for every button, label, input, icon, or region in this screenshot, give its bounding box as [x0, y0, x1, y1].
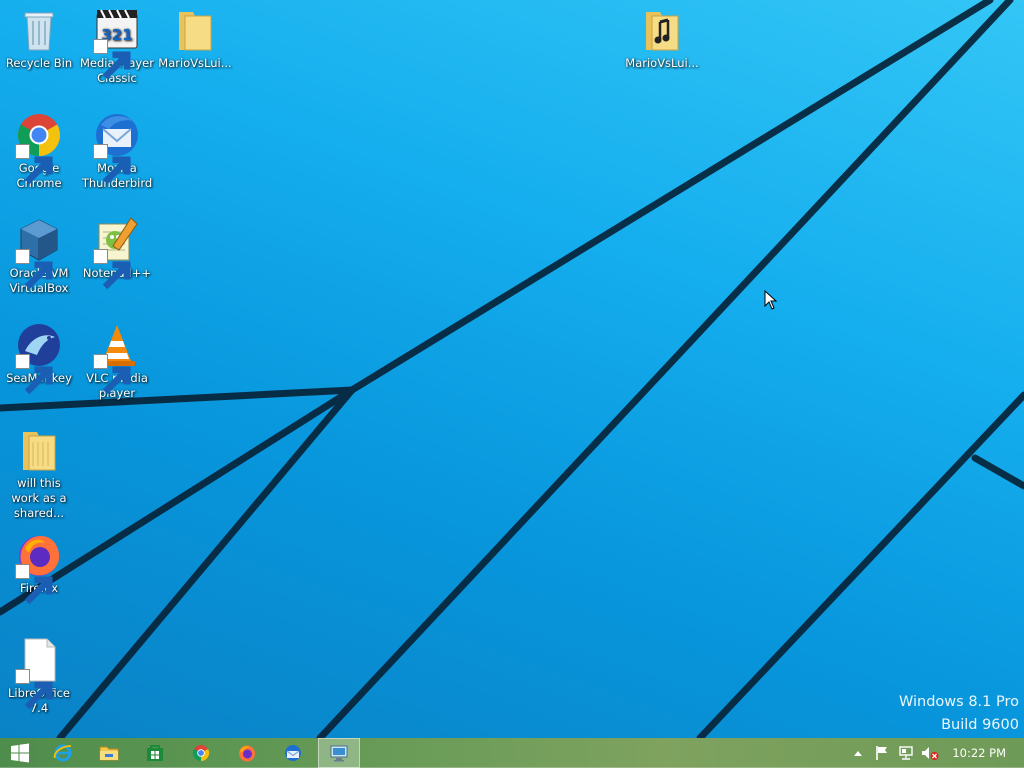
desktop-icon-google-chrome[interactable]: Google Chrome: [0, 105, 78, 191]
vlc-icon: [93, 321, 141, 395]
desktop-icon-mariovsluigi-audio-folder[interactable]: MarioVsLui...: [623, 0, 701, 71]
chrome-icon: [15, 111, 63, 185]
recycle-bin-icon: [15, 6, 63, 54]
thunderbird-icon: [285, 745, 301, 761]
desktop-icon-label: MarioVsLui...: [158, 56, 232, 70]
watermark-edition: Windows 8.1 Pro: [898, 694, 1019, 710]
shortcut-arrow-icon: [15, 249, 53, 290]
internet-explorer-icon: [53, 744, 72, 762]
desktop-icon-shared-folder[interactable]: will this work as a shared...: [0, 420, 78, 521]
taskbar-thunderbird[interactable]: [272, 738, 314, 768]
windows-logo-icon: [11, 743, 29, 763]
seamonkey-icon: [15, 321, 63, 395]
firefox-icon: [15, 531, 63, 605]
watermark-build: Build 9600: [941, 717, 1019, 733]
chrome-icon: [192, 745, 210, 762]
show-hidden-icons-icon: [854, 751, 862, 756]
shortcut-arrow-icon: [93, 144, 131, 185]
desktop-icon-oracle-vm-virtualbox[interactable]: Oracle VM VirtualBox: [0, 210, 78, 296]
shortcut-arrow-icon: [15, 354, 53, 395]
action-center-flag-icon: [876, 746, 887, 760]
shortcut-arrow-icon: [15, 144, 53, 185]
shortcut-arrow-icon: [15, 669, 53, 710]
desktop-icon-libreoffice[interactable]: LibreOffice 7.4: [0, 630, 78, 716]
desktop-icon-media-player-classic[interactable]: 321 Media Player Classic: [78, 0, 156, 86]
virtualbox-icon: [15, 216, 63, 290]
libreoffice-icon: [15, 636, 63, 710]
desktop-icon-recycle-bin[interactable]: Recycle Bin: [0, 0, 78, 71]
desktop[interactable]: Recycle Bin Google Chrome Oracle VM Virt…: [0, 0, 1024, 738]
shortcut-arrow-icon: [93, 354, 131, 395]
volume-button[interactable]: [920, 738, 940, 768]
network-button[interactable]: [896, 738, 916, 768]
taskbar-google-chrome[interactable]: [180, 738, 222, 768]
store-icon: [147, 745, 163, 761]
shortcut-arrow-icon: [93, 39, 131, 80]
taskbar-clock[interactable]: 10:22 PM: [952, 738, 1006, 768]
desktop-icon-notepad-plus-plus[interactable]: Notepad++: [78, 210, 156, 290]
taskbar-remote-desktop[interactable]: [318, 738, 360, 768]
notepad-plus-plus-icon: [93, 216, 141, 290]
desktop-icon-mariovsluigi-folder[interactable]: MarioVsLui...: [156, 0, 234, 71]
action-center-button[interactable]: [872, 738, 892, 768]
file-explorer-icon: [99, 746, 119, 761]
desktop-icon-mozilla-thunderbird[interactable]: Mozilla Thunderbird: [78, 105, 156, 191]
firefox-icon: [239, 745, 255, 762]
taskbar-internet-explorer[interactable]: [42, 738, 84, 768]
desktop-icon-vlc-media-player[interactable]: VLC media player: [78, 315, 156, 401]
start-button[interactable]: [0, 738, 40, 768]
desktop-icon-seamonkey[interactable]: SeaMonkey: [0, 315, 78, 395]
taskbar-firefox[interactable]: [226, 738, 268, 768]
network-icon: [899, 746, 913, 760]
mouse-cursor-icon: [764, 290, 778, 310]
desktop-icon-label: Recycle Bin: [5, 56, 73, 70]
folder-icon: [171, 6, 219, 54]
volume-muted-icon: [922, 747, 939, 760]
desktop-icon-label: will this work as a shared...: [11, 476, 67, 520]
taskbar: 10:22 PM: [0, 738, 1024, 768]
shortcut-arrow-icon: [93, 249, 131, 290]
shortcut-arrow-icon: [15, 564, 53, 605]
folder-icon: [15, 426, 63, 474]
windows-edition-watermark: Windows 8.1 Pro Build 9600: [899, 691, 1019, 737]
show-hidden-icons-button[interactable]: [850, 738, 866, 768]
audio-folder-icon: [638, 6, 686, 54]
media-player-classic-icon: 321: [93, 6, 141, 80]
taskbar-store[interactable]: [134, 738, 176, 768]
desktop-icon-label: MarioVsLui...: [625, 56, 699, 70]
desktop-icon-firefox[interactable]: Firefox: [0, 525, 78, 605]
taskbar-file-explorer[interactable]: [88, 738, 130, 768]
remote-desktop-icon: [330, 745, 348, 762]
thunderbird-icon: [93, 111, 141, 185]
